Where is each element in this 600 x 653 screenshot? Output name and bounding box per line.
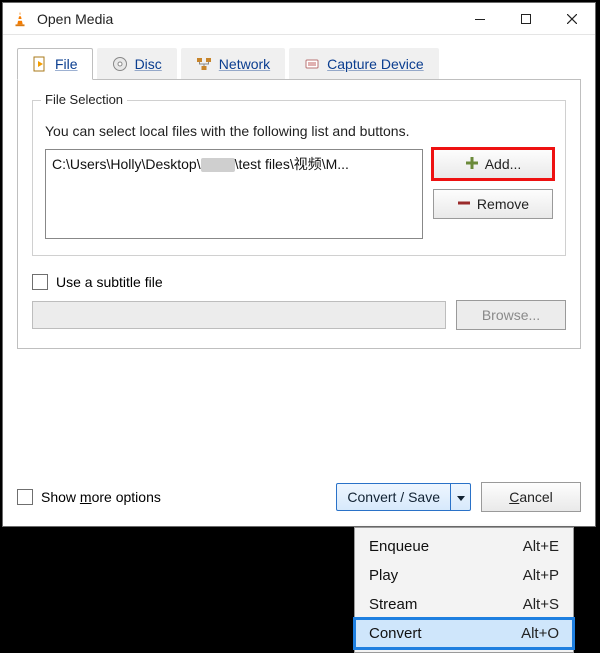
remove-button[interactable]: Remove (433, 189, 553, 219)
minus-icon (457, 196, 471, 213)
subtitle-path-input (32, 301, 446, 329)
convert-save-dropdown-arrow[interactable] (450, 484, 470, 510)
tab-capture-device[interactable]: Capture Device (289, 48, 439, 80)
add-button-label: Add... (485, 156, 522, 172)
tab-disc[interactable]: Disc (97, 48, 177, 80)
tab-label: Capture Device (327, 56, 424, 72)
dropdown-item-accelerator: Alt+S (523, 596, 559, 613)
remove-button-label: Remove (477, 196, 529, 212)
use-subtitle-row: Use a subtitle file (32, 274, 566, 290)
browse-button: Browse... (456, 300, 566, 330)
dropdown-item-convert[interactable]: Convert Alt+O (355, 619, 573, 648)
capture-device-icon (304, 56, 320, 72)
dropdown-item-accelerator: Alt+E (523, 538, 559, 555)
file-play-icon (32, 56, 48, 72)
browse-button-label: Browse... (482, 307, 540, 323)
convert-save-dropdown-menu: Enqueue Alt+E Play Alt+P Stream Alt+S Convert A… (354, 527, 574, 653)
minimize-button[interactable] (457, 4, 503, 34)
file-tab-panel: File Selection You can select local file… (17, 79, 581, 349)
chevron-down-icon (457, 490, 465, 505)
vlc-cone-icon (11, 10, 29, 28)
file-selection-group: File Selection You can select local file… (32, 100, 566, 256)
file-path-text: C:\Users\Holly\Desktop\\test files\视频\M.… (52, 156, 349, 172)
tab-label: Network (219, 56, 270, 72)
tab-label: File (55, 56, 78, 72)
file-selection-hint: You can select local files with the foll… (45, 123, 553, 139)
show-more-options-checkbox[interactable] (17, 489, 33, 505)
window-title: Open Media (37, 11, 113, 27)
redacted-segment (201, 158, 235, 172)
dropdown-item-label: Stream (369, 596, 417, 613)
tab-network[interactable]: Network (181, 48, 285, 80)
file-list[interactable]: C:\Users\Holly\Desktop\\test files\视频\M.… (45, 149, 423, 239)
dropdown-item-label: Enqueue (369, 538, 429, 555)
show-more-options-label: Show more options (41, 489, 161, 505)
use-subtitle-checkbox[interactable] (32, 274, 48, 290)
tab-file[interactable]: File (17, 48, 93, 80)
network-icon (196, 56, 212, 72)
plus-icon (465, 156, 479, 173)
window-controls (457, 4, 595, 34)
dropdown-item-accelerator: Alt+P (523, 567, 559, 584)
bottom-bar: Show more options Convert / Save Cancel (17, 482, 581, 512)
use-subtitle-label: Use a subtitle file (56, 274, 163, 290)
dropdown-item-accelerator: Alt+O (521, 625, 559, 642)
maximize-button[interactable] (503, 4, 549, 34)
dropdown-item-stream[interactable]: Stream Alt+S (355, 590, 573, 619)
cancel-button-label: Cancel (509, 489, 553, 505)
cancel-button[interactable]: Cancel (481, 482, 581, 512)
close-button[interactable] (549, 4, 595, 34)
convert-save-button-main[interactable]: Convert / Save (337, 484, 450, 510)
add-button[interactable]: Add... (433, 149, 553, 179)
dropdown-item-label: Convert (369, 625, 422, 642)
file-list-item[interactable]: C:\Users\Holly\Desktop\\test files\视频\M.… (52, 154, 416, 174)
titlebar: Open Media (3, 3, 595, 35)
dropdown-item-label: Play (369, 567, 398, 584)
dropdown-item-play[interactable]: Play Alt+P (355, 561, 573, 590)
convert-save-split-button[interactable]: Convert / Save (336, 483, 471, 511)
dialog-body: File Disc Network Capture Device (3, 35, 595, 349)
tab-strip: File Disc Network Capture Device (17, 45, 581, 79)
show-more-options-row: Show more options (17, 489, 161, 505)
disc-icon (112, 56, 128, 72)
dropdown-item-enqueue[interactable]: Enqueue Alt+E (355, 532, 573, 561)
open-media-dialog: Open Media File (2, 2, 596, 527)
groupbox-legend: File Selection (41, 92, 127, 107)
tab-label: Disc (135, 56, 162, 72)
